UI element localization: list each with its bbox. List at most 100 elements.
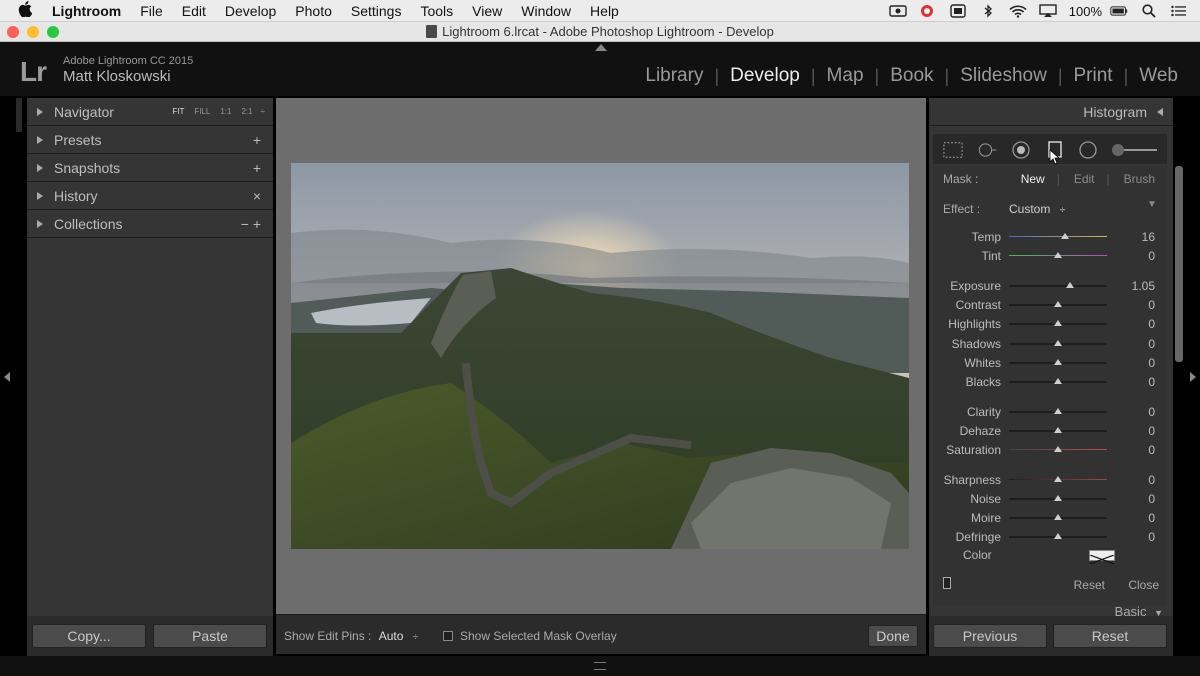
- mask-new-button[interactable]: New: [1021, 172, 1045, 186]
- slider-handle[interactable]: [1060, 233, 1069, 239]
- slider-moire[interactable]: Moire 0: [933, 508, 1167, 527]
- filmstrip-grip-icon[interactable]: [594, 662, 606, 670]
- creative-cloud-icon[interactable]: [919, 4, 937, 18]
- notification-center-icon[interactable]: [1170, 4, 1188, 18]
- filter-reset-button[interactable]: Reset: [1074, 578, 1105, 592]
- history-header[interactable]: History ×: [27, 182, 273, 210]
- reset-button[interactable]: Reset: [1053, 624, 1167, 648]
- slider-noise[interactable]: Noise 0: [933, 489, 1167, 508]
- menu-edit[interactable]: Edit: [182, 3, 206, 19]
- slider-value[interactable]: 0: [1148, 530, 1155, 544]
- landscape-photo[interactable]: [291, 163, 909, 549]
- slider-exposure[interactable]: Exposure 1.05: [933, 276, 1167, 295]
- module-map[interactable]: Map: [816, 65, 875, 87]
- slider-value[interactable]: 0: [1148, 511, 1155, 525]
- slider-handle[interactable]: [1054, 378, 1062, 384]
- airplay-icon[interactable]: [1039, 4, 1057, 18]
- copy-button[interactable]: Copy...: [32, 624, 146, 648]
- slider-value[interactable]: 0: [1148, 492, 1155, 506]
- menu-view[interactable]: View: [472, 3, 502, 19]
- crop-tool-icon[interactable]: [943, 140, 963, 160]
- slider-temp[interactable]: Temp 16: [933, 227, 1167, 246]
- slider-handle[interactable]: [1054, 359, 1062, 365]
- slider-value[interactable]: 0: [1148, 424, 1155, 438]
- menu-develop[interactable]: Develop: [225, 3, 276, 19]
- slider-handle[interactable]: [1054, 427, 1062, 433]
- slider-handle[interactable]: [1054, 301, 1062, 307]
- filter-close-button[interactable]: Close: [1128, 578, 1159, 592]
- slider-track[interactable]: [1009, 285, 1107, 287]
- collapse-left-panel-icon[interactable]: [4, 372, 10, 382]
- slider-track[interactable]: [1009, 236, 1107, 237]
- zoom-fill[interactable]: FILL: [194, 107, 210, 116]
- wifi-icon[interactable]: [1009, 4, 1027, 18]
- slider-handle[interactable]: [1054, 514, 1062, 520]
- done-button[interactable]: Done: [868, 625, 918, 647]
- menu-tools[interactable]: Tools: [420, 3, 453, 19]
- effect-collapse-icon[interactable]: ▼: [1147, 199, 1157, 210]
- slider-handle[interactable]: [1054, 446, 1062, 452]
- right-panel-scrollbar[interactable]: [1175, 166, 1183, 362]
- navigator-header[interactable]: Navigator FIT FILL 1:1 2:1 ÷: [27, 98, 273, 126]
- collapse-top-panel-icon[interactable]: [595, 44, 607, 51]
- show-edit-pins[interactable]: Show Edit Pins : Auto ÷: [284, 629, 418, 643]
- slider-value[interactable]: 0: [1148, 337, 1155, 351]
- add-snapshot-button[interactable]: +: [253, 160, 261, 176]
- slider-contrast[interactable]: Contrast 0: [933, 295, 1167, 314]
- collections-header[interactable]: Collections − +: [27, 210, 273, 238]
- menu-settings[interactable]: Settings: [351, 3, 402, 19]
- snapshots-header[interactable]: Snapshots +: [27, 154, 273, 182]
- show-edit-pins-arrow[interactable]: ÷: [413, 632, 419, 643]
- spot-removal-icon[interactable]: [977, 140, 997, 160]
- bluetooth-icon[interactable]: [979, 4, 997, 18]
- slider-shadows[interactable]: Shadows 0: [933, 334, 1167, 353]
- zoom-1-1[interactable]: 1:1: [220, 107, 231, 116]
- menu-window[interactable]: Window: [521, 3, 571, 19]
- menu-extra-icon[interactable]: [949, 4, 967, 18]
- slider-value[interactable]: 0: [1148, 356, 1155, 370]
- spotlight-search-icon[interactable]: [1140, 4, 1158, 18]
- slider-value[interactable]: 0: [1148, 405, 1155, 419]
- presets-header[interactable]: Presets +: [27, 126, 273, 154]
- menu-file[interactable]: File: [140, 3, 163, 19]
- mask-toggle-icon[interactable]: [943, 577, 951, 589]
- slider-blacks[interactable]: Blacks 0: [933, 372, 1167, 391]
- mask-brush-button[interactable]: Brush: [1124, 172, 1155, 186]
- minimize-window-button[interactable]: [27, 26, 39, 38]
- mask-overlay-checkbox[interactable]: [443, 631, 453, 641]
- slider-value[interactable]: 0: [1148, 298, 1155, 312]
- slider-whites[interactable]: Whites 0: [933, 353, 1167, 372]
- module-book[interactable]: Book: [879, 65, 944, 87]
- paste-button[interactable]: Paste: [153, 624, 267, 648]
- slider-handle[interactable]: [1054, 252, 1062, 258]
- slider-value[interactable]: 16: [1142, 230, 1155, 244]
- menu-photo[interactable]: Photo: [295, 3, 332, 19]
- slider-clarity[interactable]: Clarity 0: [933, 402, 1167, 421]
- slider-value[interactable]: 0: [1148, 473, 1155, 487]
- menu-app-name[interactable]: Lightroom: [52, 3, 121, 19]
- slider-handle[interactable]: [1065, 282, 1074, 288]
- module-print[interactable]: Print: [1063, 65, 1124, 87]
- mask-edit-button[interactable]: Edit: [1074, 172, 1095, 186]
- zoom-more-dropdown[interactable]: ÷: [261, 107, 265, 116]
- slider-dehaze[interactable]: Dehaze 0: [933, 421, 1167, 440]
- slider-handle[interactable]: [1054, 495, 1062, 501]
- slider-defringe[interactable]: Defringe 0: [933, 527, 1167, 546]
- add-preset-button[interactable]: +: [253, 132, 261, 148]
- slider-handle[interactable]: [1054, 476, 1062, 482]
- color-swatch[interactable]: [1089, 550, 1115, 565]
- camera-icon[interactable]: [889, 4, 907, 18]
- module-web[interactable]: Web: [1128, 65, 1189, 87]
- adjustment-brush-icon[interactable]: [1109, 140, 1159, 160]
- red-eye-icon[interactable]: [1011, 140, 1031, 160]
- image-canvas[interactable]: [276, 98, 926, 614]
- module-develop[interactable]: Develop: [719, 65, 811, 87]
- slider-value[interactable]: 1.05: [1132, 279, 1155, 293]
- histogram-header[interactable]: Histogram: [929, 98, 1173, 126]
- slider-handle[interactable]: [1054, 340, 1062, 346]
- apple-menu-icon[interactable]: [18, 0, 38, 21]
- zoom-fit[interactable]: FIT: [172, 107, 184, 116]
- slider-handle[interactable]: [1054, 320, 1062, 326]
- slider-value[interactable]: 0: [1148, 375, 1155, 389]
- slider-saturation[interactable]: Saturation 0: [933, 440, 1167, 459]
